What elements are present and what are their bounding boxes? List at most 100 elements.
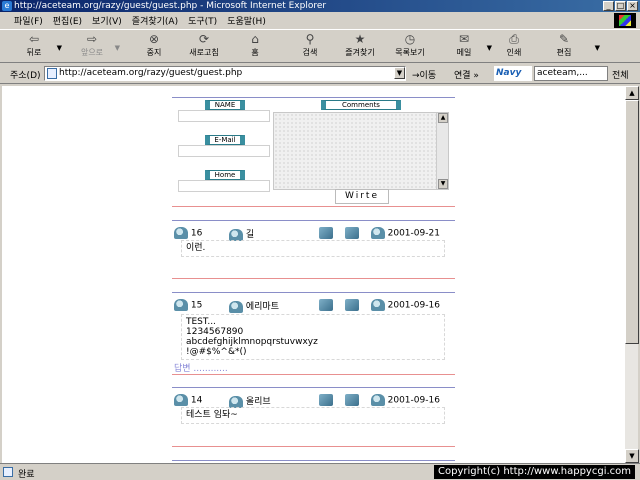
address-url: http://aceteam.org/razy/guest/guest.php [59,68,243,78]
edit-button[interactable]: ✎ 편집 ▼ [542,32,600,58]
menu-tools[interactable]: 도구(T) [188,14,217,27]
number-icon [174,394,188,406]
address-label: 주소(D) [10,71,41,81]
search-label: 검색 [302,48,318,57]
address-dropdown-icon[interactable]: ▼ [394,67,405,79]
refresh-button[interactable]: ⟳ 새로고침 [182,32,226,58]
divider [172,292,455,293]
entry-author-row: 길 [229,227,254,241]
go-button[interactable]: →이동 [412,68,436,81]
page-scrollbar[interactable]: ▲ ▼ [624,86,639,463]
entry-actions: 2001-09-21 [319,227,440,239]
mail-label: 메일 [456,48,472,57]
navy-search-input[interactable]: aceteam,... [534,66,608,81]
chevron-down-icon[interactable]: ▼ [57,44,62,52]
close-button[interactable]: × [627,1,638,11]
scroll-thumb[interactable] [625,100,639,344]
page-icon [47,68,57,79]
email-input[interactable] [178,145,270,157]
entry-date: 2001-09-16 [387,395,440,406]
author-icon[interactable] [229,300,243,313]
print-label: 인쇄 [506,48,522,57]
email-icon[interactable] [319,227,333,239]
entry-number: 15 [190,300,203,311]
menu-file[interactable]: 파일(F) [14,14,43,27]
ie-icon: e [2,1,12,11]
edit-icon: ✎ [558,32,570,46]
address-bar: 주소(D) http://aceteam.org/razy/guest/gues… [0,64,640,84]
entry-author[interactable]: 에리마트 [246,302,279,312]
status-bar: 완료 Copyright(c) http://www.happycgi.com [0,463,640,480]
divider [172,206,455,207]
homepage-icon[interactable] [344,227,359,239]
write-button[interactable]: Wirte [335,189,389,204]
home-button[interactable]: ⌂ 홈 [233,32,277,58]
author-icon[interactable] [229,395,243,408]
stop-button[interactable]: ⊗ 중지 [132,32,176,58]
copyright-banner: Copyright(c) http://www.happycgi.com [434,465,636,479]
history-label: 목록보기 [395,48,425,57]
scroll-down-icon[interactable]: ▼ [625,449,639,463]
menu-help[interactable]: 도움말(H) [227,14,266,27]
divider [172,387,455,388]
mail-button[interactable]: ✉ 메일 ▼ [442,32,492,58]
stop-label: 중지 [146,48,162,57]
divider [172,460,455,461]
home-label: 홈 [251,48,259,57]
date-icon [370,299,385,311]
search-button[interactable]: ⚲ 검색 [288,32,332,58]
maximize-button[interactable]: □ [615,1,626,11]
home-icon: ⌂ [251,32,259,46]
email-icon[interactable] [319,394,333,406]
page-content: NAME Comments E-Mail Home ▲ ▼ Wirte 16 길 [2,86,624,463]
entry-message: 이런. [181,240,445,257]
textarea-scrollbar[interactable]: ▲ ▼ [436,113,448,189]
scroll-down-icon[interactable]: ▼ [438,179,448,189]
back-button[interactable]: ⇦ 뒤로 ▼ [12,32,62,58]
reply-link[interactable]: 답변 ............ [174,361,228,374]
favorites-label: 즐겨찾기 [345,48,375,57]
search-icon: ⚲ [305,32,315,46]
back-label: 뒤로 [26,48,42,57]
scroll-up-icon[interactable]: ▲ [625,86,639,100]
home-input[interactable] [178,180,270,192]
back-arrow-icon: ⇦ [28,32,40,46]
entry-author[interactable]: 올리브 [246,397,271,407]
print-button[interactable]: ⎙ 인쇄 [492,32,536,58]
forward-button[interactable]: ⇨ 앞으로 ▼ [70,32,120,58]
entry-message: TEST... 1234567890 abcdefghijklmnopqrstu… [181,314,445,360]
print-icon: ⎙ [509,32,519,46]
favorites-button[interactable]: ★ 즐겨찾기 [338,32,382,58]
divider [172,374,455,375]
homepage-icon[interactable] [344,299,359,311]
entry-number: 14 [190,395,203,406]
menu-bar: 파일(F) 편집(E) 보기(V) 즐겨찾기(A) 도구(T) 도움말(H) [0,12,640,29]
minimize-button[interactable]: _ [603,1,614,11]
menu-edit[interactable]: 편집(E) [53,14,82,27]
status-text: 완료 [18,470,35,480]
navy-all-button[interactable]: 전체 [612,68,629,81]
mail-icon: ✉ [458,32,470,46]
comments-textarea[interactable]: ▲ ▼ [273,112,449,190]
author-icon[interactable] [229,228,243,241]
history-icon: ◷ [404,32,416,46]
entry-date: 2001-09-16 [387,300,440,311]
menu-favorites[interactable]: 즐겨찾기(A) [132,14,178,27]
address-input[interactable]: http://aceteam.org/razy/guest/guest.php [44,66,406,81]
chevron-down-icon[interactable]: ▼ [595,44,600,52]
entry-actions: 2001-09-16 [319,394,440,406]
homepage-icon[interactable] [344,394,359,406]
entry-author[interactable]: 길 [246,230,254,240]
entry-author-row: 에리마트 [229,299,279,313]
scroll-up-icon[interactable]: ▲ [438,113,448,123]
number-icon [174,299,188,311]
chevron-down-icon[interactable]: ▼ [115,44,120,52]
edit-label: 편집 [556,48,572,57]
name-input[interactable] [178,110,270,122]
links-button[interactable]: 연결 » [454,68,479,81]
navy-logo: Navy [494,66,532,81]
email-label: E-Mail [205,135,245,145]
history-button[interactable]: ◷ 목록보기 [388,32,432,58]
email-icon[interactable] [319,299,333,311]
menu-view[interactable]: 보기(V) [92,14,122,27]
